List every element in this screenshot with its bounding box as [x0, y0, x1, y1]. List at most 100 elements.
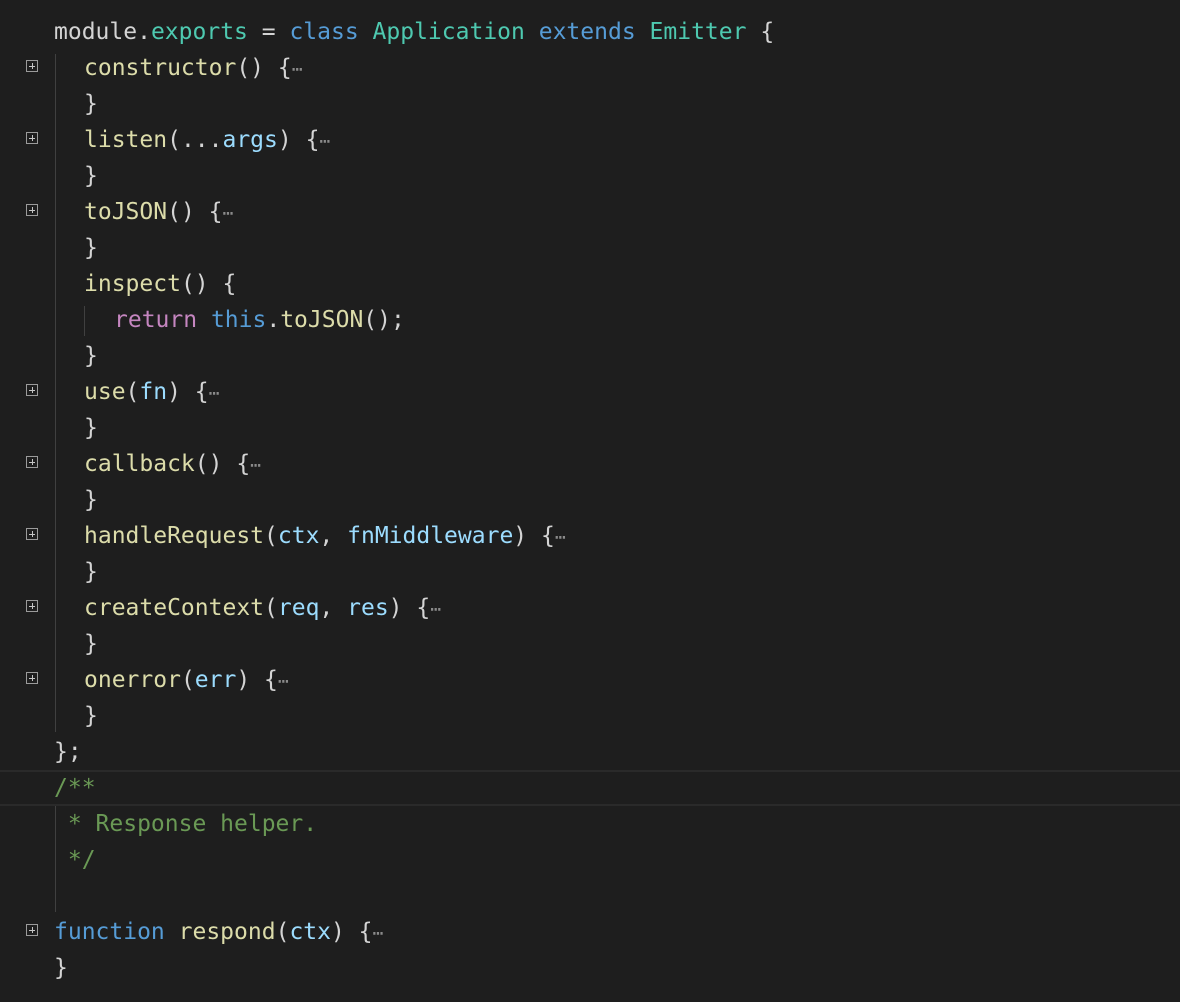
code-token: ctx [289, 919, 331, 945]
ellipsis-icon[interactable]: ⋯ [373, 923, 384, 944]
code-token: function [54, 919, 165, 945]
code-token: inspect [84, 271, 181, 297]
code-line[interactable]: } [0, 482, 1180, 518]
code-line[interactable]: } [0, 554, 1180, 590]
code-token: , [319, 595, 348, 621]
code-token: req [277, 595, 320, 621]
code-token: respond [178, 919, 276, 945]
code-token: extends [538, 19, 636, 45]
code-token: createContext [84, 595, 265, 621]
code-line[interactable]: } [0, 230, 1180, 266]
code-token: () { [236, 55, 292, 81]
code-token: ( [180, 667, 195, 693]
code-token: () { [194, 451, 251, 477]
code-line[interactable]: } [0, 950, 1180, 986]
code-token: args [222, 127, 278, 153]
code-token: ) { [167, 379, 209, 405]
code-token: ) { [277, 127, 320, 153]
code-line[interactable]: } [0, 410, 1180, 446]
fold-expand-icon[interactable] [26, 600, 38, 612]
code-line[interactable]: onerror(err) {⋯ [0, 662, 1180, 698]
ellipsis-icon[interactable]: ⋯ [319, 131, 330, 152]
code-content: } [84, 554, 98, 590]
code-line[interactable]: toJSON() {⋯ [0, 194, 1180, 230]
code-line[interactable]: inspect() { [0, 266, 1180, 302]
ellipsis-icon[interactable]: ⋯ [292, 59, 303, 80]
code-content: }; [54, 734, 82, 770]
code-token: use [84, 379, 126, 405]
code-line[interactable]: listen(...args) {⋯ [0, 122, 1180, 158]
fold-expand-icon[interactable] [26, 528, 38, 540]
code-token: callback [84, 451, 195, 477]
code-token: () { [180, 271, 237, 297]
code-line[interactable]: function respond(ctx) {⋯ [0, 914, 1180, 950]
code-token: }; [54, 739, 82, 765]
code-token: = [247, 19, 290, 45]
code-line[interactable]: } [0, 698, 1180, 734]
code-line[interactable] [0, 878, 1180, 914]
code-line[interactable]: } [0, 626, 1180, 662]
code-token: ) { [330, 919, 373, 945]
code-content: onerror(err) {⋯ [84, 662, 289, 700]
code-content: listen(...args) {⋯ [84, 122, 330, 160]
code-line[interactable]: use(fn) {⋯ [0, 374, 1180, 410]
code-token: . [137, 19, 151, 45]
fold-expand-icon[interactable] [26, 924, 38, 936]
code-line[interactable]: }; [0, 734, 1180, 770]
ellipsis-icon[interactable]: ⋯ [278, 671, 289, 692]
code-token: ( [125, 379, 140, 405]
code-content: /** [54, 770, 96, 806]
code-token: /** [54, 775, 96, 801]
code-content: } [84, 482, 98, 518]
code-line[interactable]: /** [0, 770, 1180, 806]
code-line[interactable]: */ [0, 842, 1180, 878]
ellipsis-icon[interactable]: ⋯ [250, 455, 261, 476]
code-line[interactable]: } [0, 158, 1180, 194]
fold-expand-icon[interactable] [26, 672, 38, 684]
code-content: toJSON() {⋯ [84, 194, 233, 232]
code-token: , [319, 523, 348, 549]
code-line[interactable]: constructor() {⋯ [0, 50, 1180, 86]
code-content: constructor() {⋯ [84, 50, 303, 88]
code-content: inspect() { [84, 266, 236, 302]
code-token: Application [372, 19, 525, 45]
code-token: } [84, 703, 98, 729]
code-content: } [84, 338, 98, 374]
code-content: } [84, 230, 98, 266]
ellipsis-icon[interactable]: ⋯ [555, 527, 566, 548]
ellipsis-icon[interactable]: ⋯ [209, 383, 220, 404]
code-line[interactable]: createContext(req, res) {⋯ [0, 590, 1180, 626]
code-token: class [289, 19, 359, 45]
fold-expand-icon[interactable] [26, 132, 38, 144]
code-content: module.exports = class Application exten… [54, 14, 774, 50]
code-editor[interactable]: module.exports = class Application exten… [0, 0, 1180, 1002]
code-token: return [114, 307, 198, 333]
code-line[interactable]: handleRequest(ctx, fnMiddleware) {⋯ [0, 518, 1180, 554]
code-token: module [54, 19, 138, 45]
fold-expand-icon[interactable] [26, 384, 38, 396]
code-line[interactable]: callback() {⋯ [0, 446, 1180, 482]
code-token: res [347, 595, 389, 621]
code-token: } [84, 631, 98, 657]
fold-expand-icon[interactable] [26, 204, 38, 216]
ellipsis-icon[interactable]: ⋯ [430, 599, 441, 620]
code-token: ) { [236, 667, 278, 693]
code-token: ) { [388, 595, 431, 621]
code-token: } [84, 91, 98, 117]
code-content: use(fn) {⋯ [84, 374, 220, 412]
code-line[interactable]: * Response helper. [0, 806, 1180, 842]
code-line[interactable]: return this.toJSON(); [0, 302, 1180, 338]
code-line[interactable]: } [0, 86, 1180, 122]
code-token: } [84, 415, 98, 441]
code-token: */ [54, 847, 96, 873]
code-token: handleRequest [84, 523, 265, 549]
code-line[interactable]: module.exports = class Application exten… [0, 14, 1180, 50]
code-line[interactable]: } [0, 338, 1180, 374]
ellipsis-icon[interactable]: ⋯ [222, 203, 233, 224]
fold-expand-icon[interactable] [26, 456, 38, 468]
fold-expand-icon[interactable] [26, 60, 38, 72]
code-token: constructor [84, 55, 237, 81]
